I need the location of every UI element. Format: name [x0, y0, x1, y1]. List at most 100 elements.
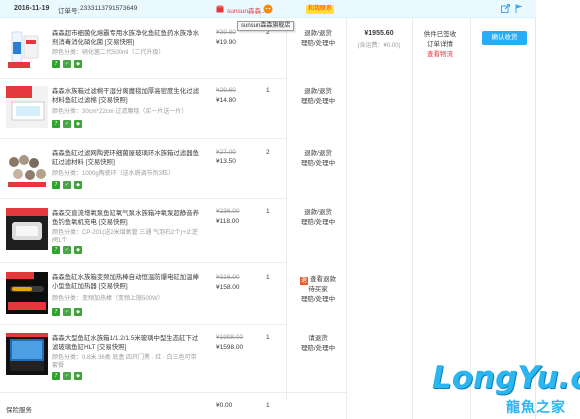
seven-day-return-icon[interactable]: 7	[52, 246, 60, 254]
row-divider	[0, 78, 286, 79]
after-sale-link[interactable]: 退款/退货	[290, 87, 346, 97]
original-price: ¥29.60	[216, 87, 236, 94]
after-sale-link[interactable]: 请退货	[290, 334, 346, 344]
shield-icon[interactable]: ◆	[74, 308, 82, 316]
product-sku: 颜色分类：硝化菌二代500ml（二代升级）	[52, 50, 165, 56]
product-sku: 颜色分类：1000g陶瓷环（送水质调节剂3粒）	[52, 171, 175, 177]
service-icons: 7 ✓ ◆	[52, 181, 85, 189]
watermark-logo: LongYu.cc 龍魚之家	[430, 360, 580, 418]
seven-day-return-icon[interactable]: 7	[52, 60, 60, 68]
product-sku: 颜色分类：变频加热棒（变频上限500W）	[52, 296, 164, 302]
guarantee-icon[interactable]: ✓	[63, 308, 71, 316]
shield-icon[interactable]: ◆	[74, 120, 82, 128]
view-refund-link[interactable]: 退查看退款	[290, 275, 346, 285]
contact-seller-icon[interactable]	[263, 4, 273, 14]
view-logistics-link[interactable]: 查看物流	[412, 50, 468, 60]
watermark-subtext: 龍魚之家	[506, 400, 566, 416]
column-divider	[346, 18, 347, 419]
after-sale-link[interactable]: 理赔/处理中	[290, 295, 346, 305]
after-sale-link[interactable]: 退款/退货	[290, 29, 346, 39]
insurance-price: ¥0.00	[216, 402, 233, 409]
product-title-link[interactable]: 森森交直流增氧泵鱼缸氧气泵水族箱冲氧泵超静音养鱼钓鱼氧机充电 [交易快照]	[52, 209, 204, 227]
quantity: 1	[266, 87, 270, 94]
order-details-link[interactable]: 订单详情	[412, 40, 468, 50]
product-title-link[interactable]: 森森鱼缸过滤网陶瓷环细菌屋玻璃环水族箱过滤器鱼缸过滤材料 [交易快照]	[52, 149, 204, 167]
quantity: 1	[266, 334, 270, 341]
watermark-text: LongYu.cc	[432, 360, 580, 396]
quantity: 2	[266, 149, 270, 156]
product-title-link[interactable]: 森森超市细菌化熔霸专用水族净化鱼缸鱼药水族净水剂消毒消化硝化菌 [交易快照]	[52, 29, 204, 47]
share-icon[interactable]	[501, 4, 510, 13]
product-thumbnail[interactable]	[6, 272, 48, 314]
insurance-label: 保险服务	[6, 407, 32, 414]
total-price: ¥1955.60	[364, 30, 394, 37]
order-status: 供件已签收 订单详情 查看物流	[412, 30, 468, 60]
row-divider	[0, 138, 286, 139]
seven-day-return-icon[interactable]: 7	[52, 308, 60, 316]
after-sale-link[interactable]: 退款/退货	[290, 149, 346, 159]
product-thumbnail[interactable]	[6, 28, 48, 70]
product-title-link[interactable]: 森森鱼缸水族箱变频加热棒自动恒温防爆电缸加温棒小型鱼缸加热器 [交易快照]	[52, 273, 204, 291]
product-thumbnail[interactable]	[6, 333, 48, 375]
order-header: 2016-11-19 订单号: 2333113791573649 sunsun森…	[0, 0, 536, 31]
product-title-link[interactable]: 森森大型鱼缸水族箱1/1.2/1.5米玻璃中型生态缸下过滤玻璃鱼缸HLT [交易…	[52, 334, 204, 352]
seven-day-return-icon[interactable]: 7	[52, 181, 60, 189]
guarantee-icon[interactable]: ✓	[63, 372, 71, 380]
shield-icon[interactable]: ◆	[74, 181, 82, 189]
product-thumbnail[interactable]	[6, 208, 48, 250]
after-sale-link[interactable]: 理赔/处理中	[290, 97, 346, 107]
shop-icon	[216, 5, 224, 13]
status-text: 供件已签收	[423, 31, 457, 38]
order-total: ¥1955.60 (含运费：¥0.00)	[346, 30, 412, 49]
after-sale-link[interactable]: 理赔/处理中	[290, 39, 346, 49]
guarantee-icon[interactable]: ✓	[63, 246, 71, 254]
shipping-fee: (含运费：¥0.00)	[357, 43, 401, 49]
column-divider	[286, 18, 287, 401]
order-date: 2016-11-19	[14, 5, 50, 12]
after-sale-link[interactable]: 退款/退货	[290, 208, 346, 218]
after-sale-actions: 请退货 理赔/处理中	[290, 334, 346, 354]
after-sale-actions: 退款/退货 理赔/处理中	[290, 29, 346, 49]
refund-icon: 退	[300, 277, 308, 285]
shield-icon[interactable]: ◆	[74, 246, 82, 254]
actual-price: ¥13.50	[216, 158, 236, 165]
shield-icon[interactable]: ◆	[74, 372, 82, 380]
after-sale-actions: 退款/退货 理赔/处理中	[290, 149, 346, 169]
after-sale-link[interactable]: 理赔/处理中	[290, 344, 346, 354]
row-divider	[0, 324, 286, 325]
after-sale-actions: 退款/退货 理赔/处理中	[290, 208, 346, 228]
row-divider	[0, 198, 286, 199]
service-icons: 7 ✓ ◆	[52, 120, 85, 128]
product-title-link[interactable]: 森森水族箱过滤棉干湿分离魔毯加厚高密度生化过滤材料鱼缸过滤棉 [交易快照]	[52, 87, 204, 105]
confirm-receipt-button[interactable]: 确认收货	[482, 31, 527, 45]
guarantee-icon[interactable]: ✓	[63, 181, 71, 189]
actual-price: ¥19.90	[216, 39, 236, 46]
shield-icon[interactable]: ◆	[74, 60, 82, 68]
service-icons: 7 ✓ ◆	[52, 60, 85, 68]
after-sale-link[interactable]: 理赔/处理中	[290, 159, 346, 169]
row-divider	[0, 392, 346, 393]
original-price: ¥1998.00	[216, 334, 244, 341]
original-price: ¥316.00	[216, 274, 240, 281]
after-sale-link[interactable]: 理赔/处理中	[290, 218, 346, 228]
shop-name-link[interactable]: sunsun森森...	[227, 5, 266, 15]
guarantee-icon[interactable]: ✓	[63, 60, 71, 68]
product-thumbnail[interactable]	[6, 86, 48, 128]
after-sale-actions: 退款/退货 理赔/处理中	[290, 87, 346, 107]
seven-day-return-icon[interactable]: 7	[52, 120, 60, 128]
after-sale-link[interactable]: 待买家	[290, 285, 346, 295]
column-divider	[412, 18, 413, 419]
contact-badge[interactable]: 和我联系	[306, 5, 335, 14]
guarantee-icon[interactable]: ✓	[63, 120, 71, 128]
column-divider	[470, 18, 471, 419]
order-number: 2333113791573649	[80, 5, 138, 12]
actual-price: ¥158.00	[216, 284, 240, 291]
quantity: 1	[266, 274, 270, 281]
seven-day-return-icon[interactable]: 7	[52, 372, 60, 380]
product-thumbnail[interactable]	[6, 148, 48, 190]
service-icons: 7 ✓ ◆	[52, 246, 85, 254]
original-price: ¥39.80	[216, 29, 236, 36]
actual-price: ¥1598.00	[216, 344, 244, 351]
flag-icon[interactable]	[515, 4, 523, 13]
service-icons: 7 ✓ ◆	[52, 372, 85, 380]
